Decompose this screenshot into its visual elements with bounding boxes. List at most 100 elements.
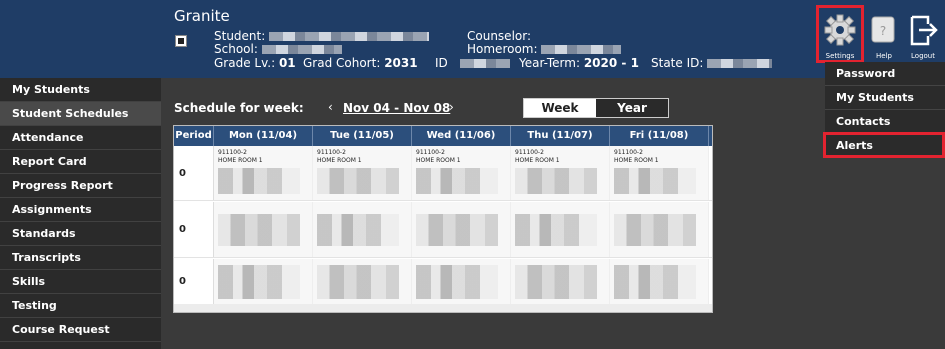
schedule-cell-tue[interactable] <box>313 259 412 304</box>
homeroom-label: Homeroom: <box>467 42 538 56</box>
student-field: Student: <box>214 29 430 43</box>
redacted-block <box>416 265 498 299</box>
redacted-block <box>614 214 696 246</box>
period-cell: 0 <box>174 259 214 304</box>
homeroom-redacted <box>541 45 622 54</box>
schedule-cell-wed[interactable]: 911100-2 HOME ROOM 1 <box>412 146 511 200</box>
course-code: 911100-2 <box>614 149 643 156</box>
schedule-week-label: Schedule for week: <box>174 101 304 115</box>
help-icon: ? <box>871 16 895 43</box>
alerts-highlight-box <box>823 132 945 158</box>
schedule-cell-fri[interactable] <box>610 202 709 257</box>
redacted-block <box>317 214 399 246</box>
settings-highlight-box <box>816 5 864 63</box>
prev-week-arrow[interactable]: ‹ <box>328 100 333 114</box>
schedule-cell-fri[interactable] <box>610 259 709 304</box>
schedule-cell-thu[interactable] <box>511 202 610 257</box>
table-footer-strip <box>174 304 712 312</box>
state-id-label: State ID: <box>651 56 704 70</box>
period-cell: 0 <box>174 146 214 200</box>
grade-field: Grade Lv.: 01 <box>214 56 296 70</box>
help-button[interactable]: ? Help <box>864 12 904 60</box>
sidebar-nav: My Students Student Schedules Attendance… <box>0 78 161 349</box>
help-label: Help <box>876 52 892 60</box>
redacted-block <box>218 168 300 194</box>
schedule-cell-wed[interactable] <box>412 202 511 257</box>
counselor-field: Counselor: <box>467 29 531 43</box>
column-header-tue: Tue (11/05) <box>313 126 412 146</box>
course-code: 911100-2 <box>317 149 346 156</box>
school-field: School: <box>214 42 342 56</box>
table-row: 0 911100-2 HOME ROOM 1 911100-2 HOME ROO… <box>174 146 712 201</box>
sidebar-item-progress-report[interactable]: Progress Report <box>0 174 161 198</box>
student-photo-icon[interactable] <box>175 35 187 47</box>
schedule-cell-mon[interactable] <box>214 259 313 304</box>
student-name-redacted <box>269 32 430 41</box>
schedule-cell-fri[interactable]: 911100-2 HOME ROOM 1 <box>610 146 709 200</box>
period-cell: 0 <box>174 202 214 257</box>
grad-cohort-label: Grad Cohort: <box>303 56 381 70</box>
redacted-block <box>416 214 498 246</box>
course-code: 911100-2 <box>218 149 247 156</box>
course-name: HOME ROOM 1 <box>218 157 263 164</box>
next-week-arrow[interactable]: › <box>449 100 454 114</box>
school-name: Granite <box>174 7 230 25</box>
sidebar-item-standards[interactable]: Standards <box>0 222 161 246</box>
menu-item-my-students[interactable]: My Students <box>825 86 945 110</box>
year-term-value: 2020 - 1 <box>583 56 639 70</box>
grade-label: Grade Lv.: <box>214 56 276 70</box>
schedule-cell-mon[interactable]: 911100-2 HOME ROOM 1 <box>214 146 313 200</box>
state-id-redacted <box>707 59 773 68</box>
table-row: 0 <box>174 259 712 305</box>
sidebar-item-my-students[interactable]: My Students <box>0 78 161 102</box>
course-code: 911100-2 <box>515 149 544 156</box>
state-id-field: State ID: <box>651 56 773 70</box>
redacted-block <box>218 265 300 299</box>
column-header-period: Period <box>174 126 214 146</box>
table-row: 0 <box>174 202 712 258</box>
redacted-block <box>515 214 597 246</box>
sidebar-item-course-request[interactable]: Course Request <box>0 318 161 342</box>
sidebar-item-student-schedules[interactable]: Student Schedules <box>0 102 161 126</box>
toggle-year[interactable]: Year <box>596 99 668 117</box>
sidebar-item-report-card[interactable]: Report Card <box>0 150 161 174</box>
sidebar-item-attendance[interactable]: Attendance <box>0 126 161 150</box>
sidebar-item-assignments[interactable]: Assignments <box>0 198 161 222</box>
schedule-cell-thu[interactable] <box>511 259 610 304</box>
school-label: School: <box>214 42 258 56</box>
schedule-cell-wed[interactable] <box>412 259 511 304</box>
id-field: ID <box>435 56 510 70</box>
schedule-header-row: Period Mon (11/04) Tue (11/05) Wed (11/0… <box>174 126 712 146</box>
grade-value: 01 <box>278 56 296 70</box>
schedule-cell-mon[interactable] <box>214 202 313 257</box>
toggle-week[interactable]: Week <box>524 99 596 117</box>
menu-item-password[interactable]: Password <box>825 62 945 86</box>
redacted-block <box>218 214 300 246</box>
column-header-mon: Mon (11/04) <box>214 126 313 146</box>
logout-button[interactable]: Logout <box>903 12 943 60</box>
counselor-label: Counselor: <box>467 29 532 43</box>
schedule-cell-thu[interactable]: 911100-2 HOME ROOM 1 <box>511 146 610 200</box>
schedule-cell-tue[interactable]: 911100-2 HOME ROOM 1 <box>313 146 412 200</box>
redacted-block <box>416 168 498 194</box>
redacted-block <box>515 168 597 194</box>
schedule-table: Period Mon (11/04) Tue (11/05) Wed (11/0… <box>173 125 713 313</box>
sidebar-item-testing[interactable]: Testing <box>0 294 161 318</box>
redacted-block <box>614 265 696 299</box>
id-label: ID <box>435 56 448 70</box>
week-range-link[interactable]: Nov 04 - Nov 08 <box>343 101 450 115</box>
sidebar-item-skills[interactable]: Skills <box>0 270 161 294</box>
menu-item-contacts[interactable]: Contacts <box>825 110 945 134</box>
course-name: HOME ROOM 1 <box>317 157 362 164</box>
redacted-block <box>317 265 399 299</box>
page-header: Granite Student: School: Grade Lv.: 01 G… <box>0 0 945 78</box>
sidebar-item-transcripts[interactable]: Transcripts <box>0 246 161 270</box>
column-header-thu: Thu (11/07) <box>511 126 610 146</box>
course-name: HOME ROOM 1 <box>416 157 461 164</box>
course-name: HOME ROOM 1 <box>614 157 659 164</box>
year-term-field: Year-Term: 2020 - 1 <box>519 56 639 70</box>
redacted-block <box>317 168 399 194</box>
course-code: 911100-2 <box>416 149 445 156</box>
school-redacted <box>261 45 342 54</box>
schedule-cell-tue[interactable] <box>313 202 412 257</box>
